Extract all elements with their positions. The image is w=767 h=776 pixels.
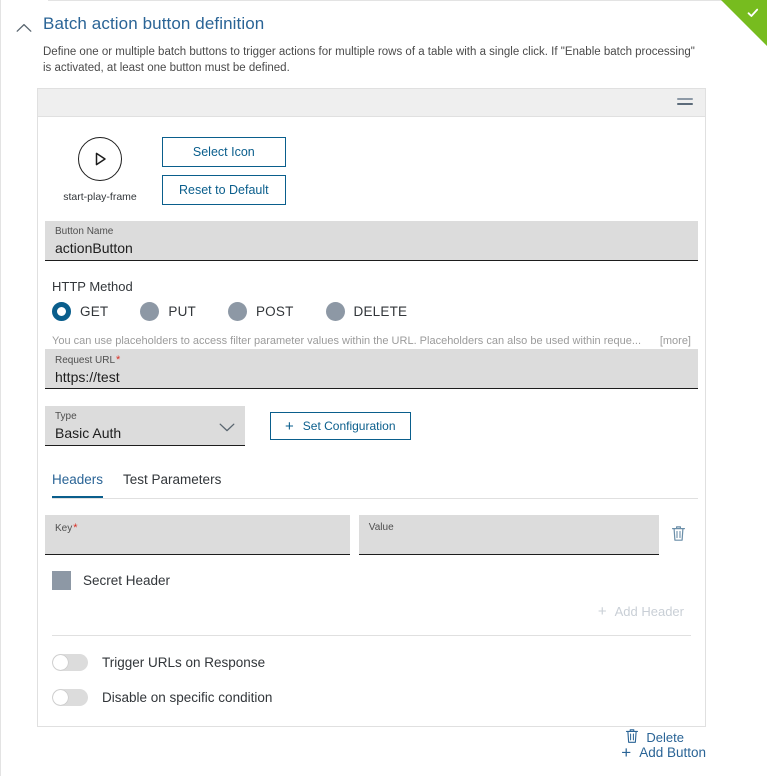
delete-label: Delete [646,730,684,745]
required-asterisk: * [73,522,77,534]
button-name-label: Button Name [55,226,688,238]
chevron-up-icon[interactable] [14,18,34,38]
auth-type-label: Type [55,411,235,423]
radio-put-dot [140,302,159,321]
trigger-urls-toggle-row[interactable]: Trigger URLs on Response [52,654,698,671]
header-tabs: Headers Test Parameters [52,472,698,499]
button-name-value: actionButton [55,238,688,258]
toggle-knob [53,655,68,670]
trigger-urls-toggle[interactable] [52,654,88,671]
section-description: Define one or multiple batch buttons to … [43,44,705,76]
add-header-row: + Add Header [45,604,684,619]
request-url-field[interactable]: Request URL* https://test [45,349,698,389]
disable-condition-label: Disable on specific condition [102,690,272,705]
drag-handle-icon[interactable] [677,98,693,108]
batch-button-card: start-play-frame Select Icon Reset to De… [37,88,706,727]
plus-icon: + [285,419,294,434]
header-key-wrapper: Key* [45,515,350,555]
left-rail-divider [0,0,1,776]
chevron-down-icon [219,419,235,437]
tab-test-parameters[interactable]: Test Parameters [123,472,221,498]
add-header-label: Add Header [615,604,684,619]
required-asterisk: * [116,354,120,366]
header-value-value [369,534,649,552]
section-divider [52,635,691,636]
http-method-radio-group: GET PUT POST DELETE [52,302,698,321]
trash-icon [671,525,686,547]
status-ribbon [721,0,767,46]
header-value-label: Value [369,522,649,534]
disable-condition-toggle[interactable] [52,689,88,706]
page-title: Batch action button definition [43,14,264,34]
set-configuration-label: Set Configuration [303,419,396,433]
http-method-label: HTTP Method [52,279,698,294]
secret-header-label: Secret Header [83,573,170,588]
check-icon [746,6,760,20]
trigger-urls-label: Trigger URLs on Response [102,655,265,670]
radio-post-label: POST [256,304,294,319]
header-key-input[interactable]: Key* [45,515,350,555]
select-icon-button[interactable]: Select Icon [162,137,286,167]
add-button-label: Add Button [639,745,706,760]
tab-headers[interactable]: Headers [52,472,103,498]
radio-put[interactable]: PUT [140,302,196,321]
delete-header-row-button[interactable] [659,515,698,547]
auth-type-value: Basic Auth [55,423,235,443]
radio-post[interactable]: POST [228,302,294,321]
radio-get[interactable]: GET [52,302,108,321]
placeholder-hint-text: You can use placeholders to access filte… [52,335,641,347]
set-configuration-button[interactable]: + Set Configuration [270,412,411,440]
placeholder-hint-row: You can use placeholders to access filte… [52,335,691,347]
icon-action-buttons: Select Icon Reset to Default [162,135,286,205]
play-frame-icon [78,137,122,181]
radio-put-label: PUT [168,304,196,319]
card-body: start-play-frame Select Icon Reset to De… [38,117,705,747]
secret-header-checkbox[interactable] [52,571,71,590]
radio-post-dot [228,302,247,321]
header-key-value [55,535,340,553]
section-header: Batch action button definition Define on… [14,14,714,76]
disable-condition-toggle-row[interactable]: Disable on specific condition [52,689,698,706]
header-key-value-row: Key* Value [45,515,698,555]
auth-type-select[interactable]: Type Basic Auth [45,406,245,446]
icon-picker-row: start-play-frame Select Icon Reset to De… [45,117,698,215]
add-button-button[interactable]: + Add Button [621,744,706,761]
header-value-wrapper: Value [359,515,659,555]
radio-delete[interactable]: DELETE [326,302,408,321]
radio-delete-label: DELETE [354,304,408,319]
button-name-field[interactable]: Button Name actionButton [45,221,698,261]
icon-preview-block: start-play-frame [45,135,155,203]
reset-to-default-button[interactable]: Reset to Default [162,175,286,205]
add-header-button[interactable]: + Add Header [598,604,684,619]
request-url-value: https://test [55,367,688,387]
toggle-knob [53,690,68,705]
request-url-label: Request URL* [55,354,688,367]
more-link[interactable]: [more] [660,335,691,347]
secret-header-row[interactable]: Secret Header [52,571,698,590]
radio-delete-dot [326,302,345,321]
add-button-row: + Add Button [37,744,706,761]
header-key-label: Key* [55,522,340,535]
radio-get-label: GET [80,304,108,319]
card-header [38,89,705,117]
plus-icon: + [621,744,631,761]
plus-icon: + [598,604,607,619]
radio-get-dot [52,302,71,321]
page-root: Batch action button definition Define on… [0,0,767,776]
auth-row: Type Basic Auth + Set Configuration [45,406,698,446]
top-divider [48,0,767,1]
header-value-input[interactable]: Value [359,515,659,555]
icon-name-label: start-play-frame [63,191,137,203]
